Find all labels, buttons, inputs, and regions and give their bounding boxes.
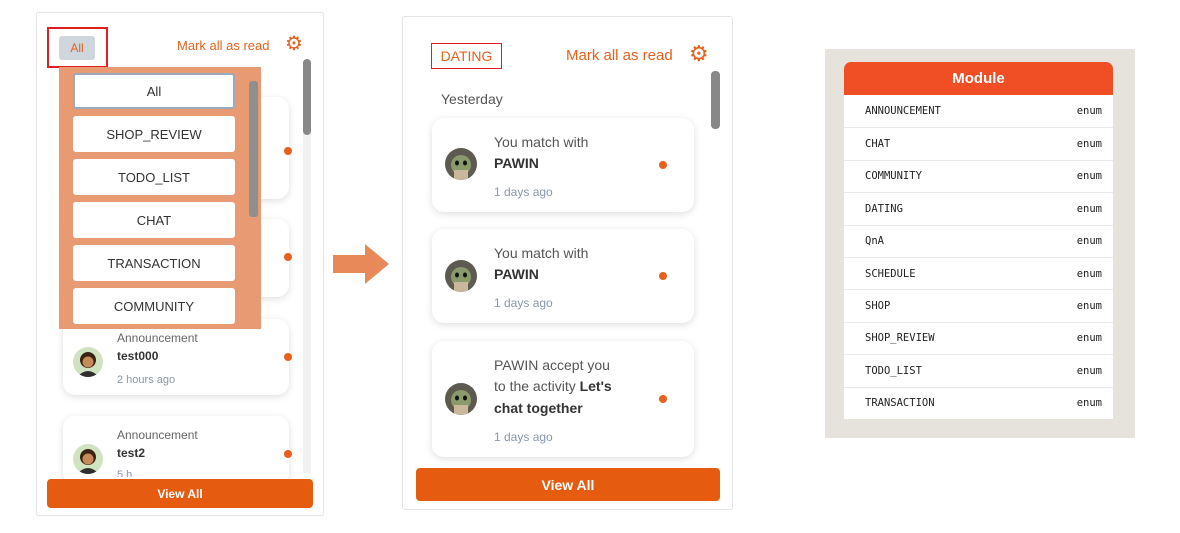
table-row: SCHEDULE enum bbox=[844, 256, 1113, 289]
notification-time: 5 h bbox=[117, 469, 133, 477]
notification-text: PAWIN accept you bbox=[494, 357, 610, 373]
notification-type: Announcement bbox=[117, 428, 198, 442]
notification-time: 1 days ago bbox=[494, 185, 553, 199]
enum-type: enum bbox=[1076, 397, 1102, 410]
unread-dot-icon bbox=[284, 450, 292, 458]
unread-dot-icon bbox=[284, 147, 292, 155]
enum-name: SHOP bbox=[865, 300, 891, 313]
enum-type: enum bbox=[1076, 202, 1102, 215]
dropdown-option-todo-list[interactable]: TODO_LIST bbox=[73, 159, 235, 195]
module-enum-figure: Module ANNOUNCEMENT enum CHAT enum COMMUNITY… bbox=[825, 49, 1135, 438]
notification-card[interactable]: Announcement test000 2 hours ago bbox=[63, 319, 292, 395]
table-row: SHOP_REVIEW enum bbox=[844, 321, 1113, 354]
gear-icon[interactable]: ⚙ bbox=[285, 34, 303, 54]
unread-dot-icon bbox=[659, 161, 667, 169]
gear-icon[interactable]: ⚙ bbox=[689, 43, 709, 65]
notification-panel-dating: DATING Mark all as read ⚙ Yesterday You … bbox=[402, 16, 733, 510]
enum-type: enum bbox=[1076, 105, 1102, 118]
enum-name: QnA bbox=[865, 235, 884, 248]
notification-card[interactable]: PAWIN accept you to the activity Let's c… bbox=[432, 341, 694, 457]
notification-time: 1 days ago bbox=[494, 430, 553, 444]
avatar-icon bbox=[73, 444, 103, 474]
dropdown-option-shop-review[interactable]: SHOP_REVIEW bbox=[73, 116, 235, 152]
notification-card[interactable]: Announcement test2 5 h bbox=[63, 416, 292, 486]
notification-text-line2: to the activity Let's bbox=[494, 378, 612, 394]
notification-text: You match with bbox=[494, 134, 589, 150]
notification-title: test000 bbox=[117, 349, 159, 363]
notification-text-bold: PAWIN bbox=[494, 155, 539, 171]
table-row: QnA enum bbox=[844, 224, 1113, 257]
enum-type: enum bbox=[1076, 332, 1102, 345]
unread-dot-icon bbox=[659, 395, 667, 403]
notification-time: 2 hours ago bbox=[117, 374, 176, 386]
notification-type: Announcement bbox=[117, 331, 198, 345]
table-header: Module bbox=[844, 62, 1113, 95]
notification-panel-all: All Mark all as read ⚙ Announcement test… bbox=[36, 12, 324, 516]
table-row: TODO_LIST enum bbox=[844, 354, 1113, 386]
table-row: COMMUNITY enum bbox=[844, 159, 1113, 192]
enum-type: enum bbox=[1076, 138, 1102, 151]
scrollbar-thumb[interactable] bbox=[711, 71, 720, 129]
filter-dropdown: All SHOP_REVIEW TODO_LIST CHAT TRANSACTI… bbox=[59, 67, 261, 329]
enum-name: TRANSACTION bbox=[865, 397, 935, 410]
mark-all-read-link[interactable]: Mark all as read bbox=[566, 47, 673, 64]
dropdown-scrollbar[interactable] bbox=[249, 81, 258, 217]
table-row: ANNOUNCEMENT enum bbox=[844, 95, 1113, 127]
notification-card[interactable]: You match with PAWIN 1 days ago bbox=[432, 229, 694, 323]
notification-card[interactable]: You match with PAWIN 1 days ago bbox=[432, 118, 694, 212]
enum-name: TODO_LIST bbox=[865, 364, 922, 377]
table-row: TRANSACTION enum bbox=[844, 386, 1113, 419]
filter-highlight-box: All bbox=[47, 27, 108, 68]
notification-text: You match with bbox=[494, 245, 589, 261]
unread-dot-icon bbox=[284, 353, 292, 361]
enum-name: ANNOUNCEMENT bbox=[865, 105, 941, 118]
enum-type: enum bbox=[1076, 300, 1102, 313]
right-arrow-icon bbox=[333, 244, 389, 284]
enum-type: enum bbox=[1076, 364, 1102, 377]
enum-type: enum bbox=[1076, 170, 1102, 183]
avatar-icon bbox=[445, 260, 477, 292]
filter-button[interactable]: All bbox=[59, 36, 95, 60]
enum-name: SHOP_REVIEW bbox=[865, 332, 935, 345]
enum-type: enum bbox=[1076, 267, 1102, 280]
module-enum-table: Module ANNOUNCEMENT enum CHAT enum COMMUNITY… bbox=[844, 62, 1113, 419]
mark-all-read-link[interactable]: Mark all as read bbox=[177, 38, 269, 53]
enum-name: CHAT bbox=[865, 138, 891, 151]
filter-button[interactable]: DATING bbox=[431, 43, 502, 69]
unread-dot-icon bbox=[659, 272, 667, 280]
avatar-icon bbox=[73, 347, 103, 377]
avatar-icon bbox=[445, 148, 477, 180]
view-all-button[interactable]: View All bbox=[47, 479, 313, 508]
notification-text-bold: PAWIN bbox=[494, 266, 539, 282]
notification-title: test2 bbox=[117, 446, 146, 460]
notification-text-bold: chat together bbox=[494, 400, 583, 416]
enum-name: SCHEDULE bbox=[865, 267, 916, 280]
dropdown-option-community[interactable]: COMMUNITY bbox=[73, 288, 235, 324]
scrollbar-thumb[interactable] bbox=[303, 59, 311, 135]
dropdown-option-chat[interactable]: CHAT bbox=[73, 202, 235, 238]
table-row: CHAT enum bbox=[844, 127, 1113, 159]
enum-name: COMMUNITY bbox=[865, 170, 922, 183]
section-label: Yesterday bbox=[441, 91, 503, 107]
view-all-button[interactable]: View All bbox=[416, 468, 720, 501]
avatar-icon bbox=[445, 383, 477, 415]
unread-dot-icon bbox=[284, 253, 292, 261]
dropdown-option-transaction[interactable]: TRANSACTION bbox=[73, 245, 235, 281]
dropdown-option-all[interactable]: All bbox=[73, 73, 235, 109]
table-row: DATING enum bbox=[844, 192, 1113, 224]
table-row: SHOP enum bbox=[844, 289, 1113, 321]
enum-type: enum bbox=[1076, 235, 1102, 248]
enum-name: DATING bbox=[865, 202, 903, 215]
notification-time: 1 days ago bbox=[494, 296, 553, 310]
